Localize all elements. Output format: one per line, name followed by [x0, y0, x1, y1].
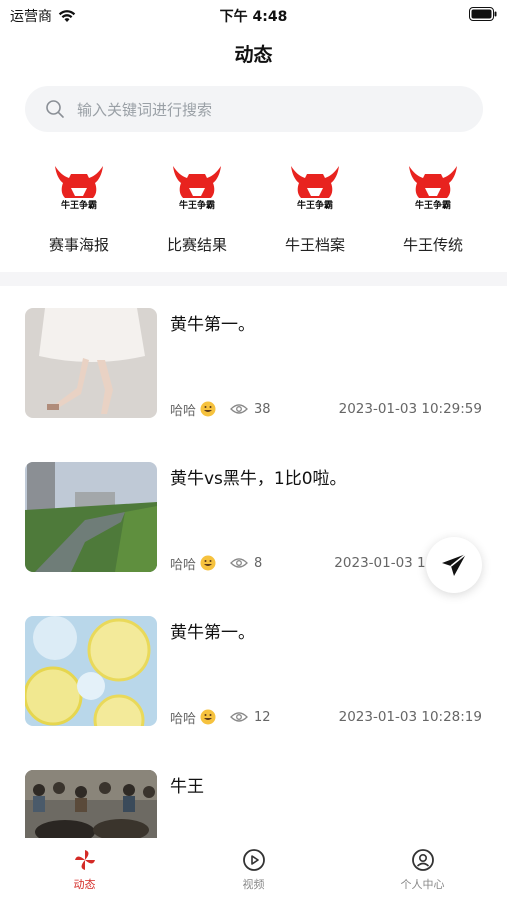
tab-video[interactable]: 视频: [169, 838, 338, 900]
search-placeholder: 输入关键词进行搜索: [77, 100, 213, 119]
dancer-legs-image: [25, 308, 157, 418]
view-count: 8: [230, 556, 262, 571]
category-results[interactable]: 牛王争霸 比赛结果: [138, 160, 256, 255]
logo-text: 牛王争霸: [61, 199, 97, 211]
bull-logo-icon: 牛王争霸: [291, 166, 339, 211]
category-posters[interactable]: 牛王争霸 赛事海报: [20, 160, 138, 255]
post-author: 哈哈: [170, 400, 216, 419]
view-count: 38: [230, 402, 271, 417]
post-meta: 哈哈 12 2023-01-03 10:28:19: [170, 708, 482, 727]
category-label: 比赛结果: [166, 236, 227, 254]
logo-text: 牛王争霸: [415, 199, 451, 211]
grin-emoji-icon: [200, 555, 216, 571]
grin-emoji-icon: [200, 709, 216, 725]
view-count-value: 38: [254, 401, 271, 417]
post-thumbnail[interactable]: [25, 462, 157, 572]
post-title: 黄牛第一。: [170, 315, 255, 335]
tab-label: 动态: [73, 878, 96, 891]
logo-text: 牛王争霸: [297, 199, 333, 211]
tab-label: 视频: [242, 878, 265, 891]
tab-profile[interactable]: 个人中心: [338, 838, 507, 900]
post-title: 黄牛第一。: [170, 623, 255, 643]
post-date: 2023-01-03 1: [334, 555, 426, 571]
publish-button[interactable]: [426, 537, 482, 593]
page-title: 动态: [234, 44, 273, 66]
author-name: 哈哈: [170, 403, 197, 419]
post-card[interactable]: 黄牛第一。 哈哈 12 2023-01-03 10:28:19: [0, 594, 507, 727]
status-bar: 运营商 下午 4:48: [0, 0, 507, 30]
eye-icon: [230, 712, 248, 722]
post-author: 哈哈: [170, 554, 216, 573]
post-meta: 哈哈 38 2023-01-03 10:29:59: [170, 400, 482, 419]
post-thumbnail[interactable]: [25, 616, 157, 726]
post-date: 2023-01-03 10:28:19: [338, 709, 482, 725]
bull-logo-icon: 牛王争霸: [55, 166, 103, 211]
tab-feed[interactable]: 动态: [0, 838, 169, 900]
eye-icon: [230, 404, 248, 414]
post-thumbnail[interactable]: [25, 308, 157, 418]
grin-emoji-icon: [200, 401, 216, 417]
post-title: 牛王: [170, 777, 204, 797]
category-label: 赛事海报: [48, 236, 109, 254]
post-card[interactable]: 黄牛第一。 哈哈 38 2023-01-03 10:29:59: [0, 286, 507, 419]
author-name: 哈哈: [170, 711, 197, 727]
post-author: 哈哈: [170, 708, 216, 727]
screen: 运营商 下午 4:48 动态 输入关键词进行搜索 牛王争霸 赛事海报 牛王争霸 …: [0, 0, 507, 900]
section-divider: [0, 272, 507, 286]
pinwheel-icon: [74, 850, 95, 870]
search-icon: [46, 100, 64, 118]
category-row: 牛王争霸 赛事海报 牛王争霸 比赛结果 牛王争霸 牛王档案 牛王争霸 牛王传统: [0, 160, 507, 255]
view-count: 12: [230, 710, 271, 725]
search-input[interactable]: 输入关键词进行搜索: [25, 86, 483, 132]
eye-icon: [230, 558, 248, 568]
bull-logo-icon: 牛王争霸: [173, 166, 221, 211]
user-circle-icon: [411, 849, 434, 871]
view-count-value: 8: [254, 555, 263, 571]
bull-logo-icon: 牛王争霸: [409, 166, 457, 211]
view-count-value: 12: [254, 709, 271, 725]
category-label: 牛王传统: [402, 236, 463, 254]
post-title: 黄牛vs黑牛，1比0啦。: [170, 469, 347, 489]
lemon-slices-image: [25, 616, 157, 726]
send-icon: [442, 553, 467, 576]
tab-label: 个人中心: [400, 878, 445, 891]
post-date: 2023-01-03 10:29:59: [338, 401, 482, 417]
category-archives[interactable]: 牛王争霸 牛王档案: [256, 160, 374, 255]
play-circle-icon: [242, 849, 265, 871]
logo-text: 牛王争霸: [179, 199, 215, 211]
clock: 下午 4:48: [219, 9, 288, 25]
battery-icon: [469, 7, 497, 21]
river-city-image: [25, 462, 157, 572]
category-tradition[interactable]: 牛王争霸 牛王传统: [374, 160, 492, 255]
author-name: 哈哈: [170, 557, 197, 573]
category-label: 牛王档案: [284, 236, 345, 254]
tab-bar: 动态 视频 个人中心: [0, 838, 507, 900]
